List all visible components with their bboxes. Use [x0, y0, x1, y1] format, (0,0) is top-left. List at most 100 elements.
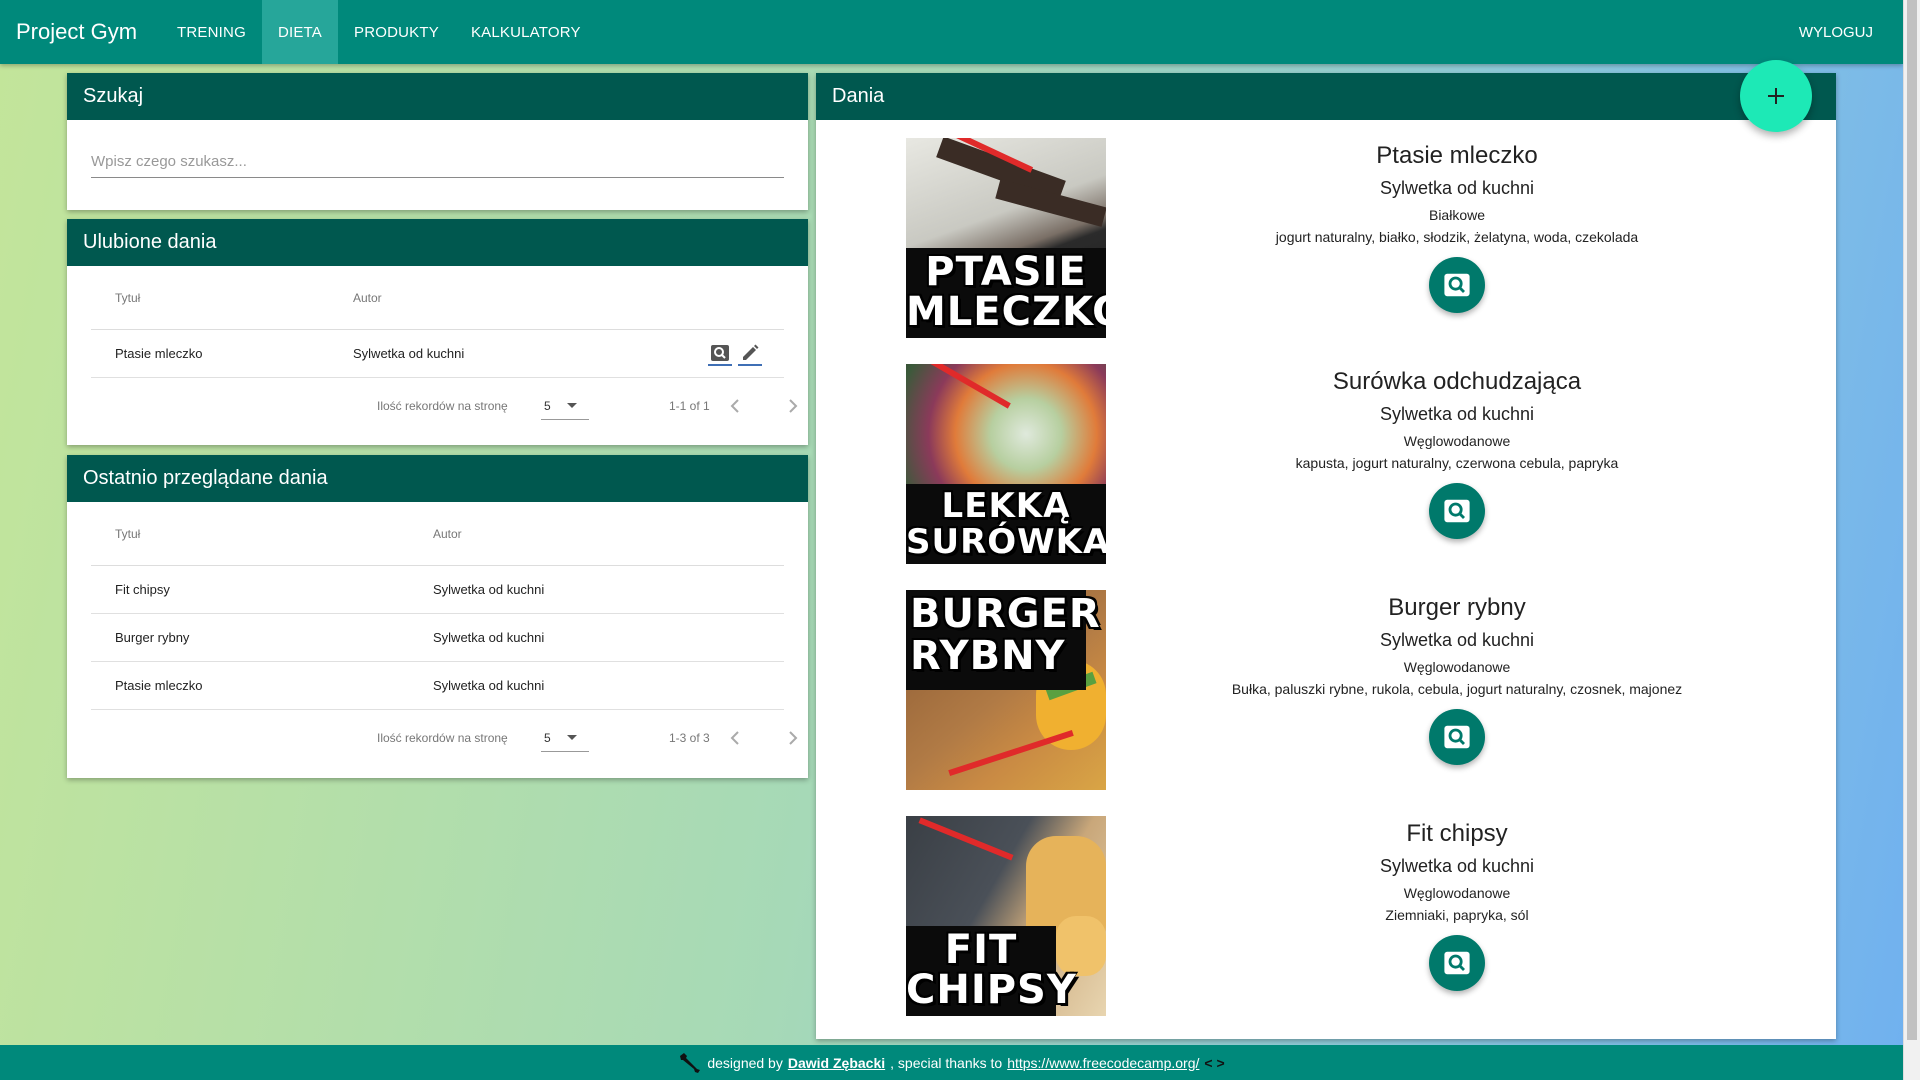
- dish-info: Surówka odchudzająca Sylwetka od kuchni …: [1216, 364, 1698, 539]
- dish-info: Fit chipsy Sylwetka od kuchni Węglowodan…: [1216, 816, 1698, 991]
- dish-info: Burger rybny Sylwetka od kuchni Węglowod…: [1216, 590, 1698, 765]
- view-dish-button[interactable]: [1429, 935, 1485, 991]
- table-row[interactable]: Ptasie mleczko Sylwetka od kuchni: [91, 330, 784, 378]
- table-row[interactable]: Ptasie mleczko Sylwetka od kuchni: [91, 662, 784, 710]
- dish-ingredients: kapusta, jogurt naturalny, czerwona cebu…: [1295, 455, 1619, 471]
- search-icon: [1444, 499, 1470, 523]
- dish-image[interactable]: FIT CHIPSY: [906, 816, 1106, 1016]
- dishes-card-title: Dania: [816, 73, 1836, 120]
- footer-link[interactable]: https://www.freecodecamp.org/: [1007, 1055, 1199, 1071]
- dish-title: Ptasie mleczko: [1376, 142, 1538, 169]
- dish-category: Węglowodanowe: [1403, 885, 1511, 901]
- dish-image-caption: SURÓWKA: [906, 522, 1106, 562]
- nav-item-kalkulatory[interactable]: KALKULATORY: [455, 0, 597, 64]
- logout-button[interactable]: WYLOGUJ: [1799, 0, 1873, 64]
- dish-image-caption: CHIPSY: [906, 967, 1077, 1013]
- chevron-right-icon[interactable]: [781, 726, 805, 750]
- dish-card: FIT CHIPSY Fit chipsy Sylwetka od kuchni…: [816, 816, 1836, 1016]
- dish-category: Węglowodanowe: [1403, 433, 1511, 449]
- dish-card: PTASIE MLECZKO Ptasie mleczko Sylwetka o…: [816, 138, 1836, 338]
- dish-card: LEKKĄ SURÓWKA Surówka odchudzająca Sylwe…: [816, 364, 1836, 564]
- dish-image[interactable]: BURGER RYBNY: [906, 590, 1106, 790]
- scrollbar[interactable]: [1903, 0, 1920, 1080]
- rows-per-page-label: Ilość rekordów na stronę: [377, 731, 508, 745]
- search-card: Szukaj: [67, 73, 808, 210]
- row-author: Sylwetka od kuchni: [353, 346, 465, 361]
- search-input[interactable]: [91, 153, 784, 170]
- dish-author: Sylwetka od kuchni: [1379, 630, 1535, 650]
- caret-down-icon: [567, 735, 577, 740]
- chevron-right-icon[interactable]: [781, 394, 805, 418]
- column-header-title[interactable]: Tytuł: [91, 291, 353, 305]
- search-icon: [1444, 273, 1470, 297]
- column-header-author[interactable]: Autor: [433, 527, 462, 541]
- dish-image-caption: RYBNY: [910, 633, 1066, 679]
- nav-item-produkty[interactable]: PRODUKTY: [338, 0, 455, 64]
- table-header: Tytuł Autor: [91, 502, 784, 566]
- table-header: Tytuł Autor: [91, 266, 784, 330]
- footer: designed by Dawid Zębacki , special than…: [0, 1045, 1903, 1080]
- dish-image[interactable]: LEKKĄ SURÓWKA: [906, 364, 1106, 564]
- dish-title: Burger rybny: [1388, 594, 1526, 621]
- chevron-left-icon[interactable]: [723, 726, 747, 750]
- dishes-card: Dania PTASIE MLECZKO Ptasie mleczko Sylw…: [816, 73, 1836, 1039]
- dish-card: BURGER RYBNY Burger rybny Sylwetka od ku…: [816, 590, 1836, 790]
- dish-info: Ptasie mleczko Sylwetka od kuchni Białko…: [1216, 138, 1698, 313]
- column-header-title[interactable]: Tytuł: [91, 527, 433, 541]
- footer-author-link[interactable]: Dawid Zębacki: [788, 1055, 885, 1071]
- dish-author: Sylwetka od kuchni: [1379, 856, 1535, 876]
- dish-title: Fit chipsy: [1406, 820, 1508, 847]
- footer-prefix: designed by: [707, 1054, 783, 1071]
- favorites-card-title: Ulubione dania: [67, 219, 808, 266]
- row-title: Fit chipsy: [115, 582, 170, 597]
- rows-per-page-select[interactable]: 5: [541, 392, 589, 420]
- nav-item-dieta[interactable]: DIETA: [261, 0, 338, 64]
- dish-category: Węglowodanowe: [1403, 659, 1511, 675]
- table-row[interactable]: Fit chipsy Sylwetka od kuchni: [91, 566, 784, 614]
- pagination-range: 1-3 of 3: [669, 731, 710, 745]
- column-header-author[interactable]: Autor: [353, 291, 382, 305]
- rows-per-page-label: Ilość rekordów na stronę: [377, 399, 508, 413]
- view-button[interactable]: [708, 342, 732, 366]
- top-navbar: Project Gym TRENING DIETA PRODUKTY KALKU…: [0, 0, 1903, 64]
- recent-card-title: Ostatnio przeglądane dania: [67, 455, 808, 502]
- footer-middle: , special thanks to: [890, 1054, 1003, 1071]
- row-title: Ptasie mleczko: [115, 346, 203, 361]
- code-icon: < >: [1204, 1054, 1225, 1071]
- rows-per-page-value: 5: [544, 398, 551, 413]
- pagination: Ilość rekordów na stronę 5 1-1 of 1: [91, 378, 798, 434]
- row-title: Ptasie mleczko: [115, 678, 203, 693]
- favorites-card: Ulubione dania Tytuł Autor Ptasie mleczk…: [67, 219, 808, 445]
- pencil-icon: [743, 344, 759, 360]
- edit-button[interactable]: [738, 342, 762, 366]
- nav-item-trening[interactable]: TRENING: [161, 0, 262, 64]
- search-icon: [1444, 951, 1470, 975]
- row-author: Sylwetka od kuchni: [433, 582, 545, 597]
- add-dish-button[interactable]: [1740, 60, 1812, 132]
- brand-title[interactable]: Project Gym: [16, 19, 137, 45]
- view-dish-button[interactable]: [1429, 483, 1485, 539]
- favorites-table: Tytuł Autor Ptasie mleczko Sylwetka od k…: [91, 266, 798, 434]
- search-icon: [1444, 725, 1470, 749]
- row-actions: [708, 342, 762, 366]
- dish-ingredients: jogurt naturalny, białko, słodzik, żelat…: [1275, 229, 1639, 245]
- dish-author: Sylwetka od kuchni: [1379, 404, 1535, 424]
- dish-ingredients: Bułka, paluszki rybne, rukola, cebula, j…: [1231, 681, 1683, 697]
- row-author: Sylwetka od kuchni: [433, 630, 545, 645]
- chevron-left-icon[interactable]: [723, 394, 747, 418]
- dish-image[interactable]: PTASIE MLECZKO: [906, 138, 1106, 338]
- rows-per-page-select[interactable]: 5: [541, 724, 589, 752]
- view-dish-button[interactable]: [1429, 709, 1485, 765]
- dish-title: Surówka odchudzająca: [1332, 368, 1582, 395]
- dish-image-caption: LEKKĄ: [941, 486, 1071, 526]
- dish-author: Sylwetka od kuchni: [1379, 178, 1535, 198]
- view-dish-button[interactable]: [1429, 257, 1485, 313]
- dish-category: Białkowe: [1428, 207, 1486, 223]
- rows-per-page-value: 5: [544, 730, 551, 745]
- search-card-title: Szukaj: [67, 73, 808, 120]
- recent-card: Ostatnio przeglądane dania Tytuł Autor F…: [67, 455, 808, 778]
- scrollbar-thumb[interactable]: [1907, 0, 1917, 1040]
- search-field: [91, 146, 784, 178]
- row-title: Burger rybny: [115, 630, 190, 645]
- table-row[interactable]: Burger rybny Sylwetka od kuchni: [91, 614, 784, 662]
